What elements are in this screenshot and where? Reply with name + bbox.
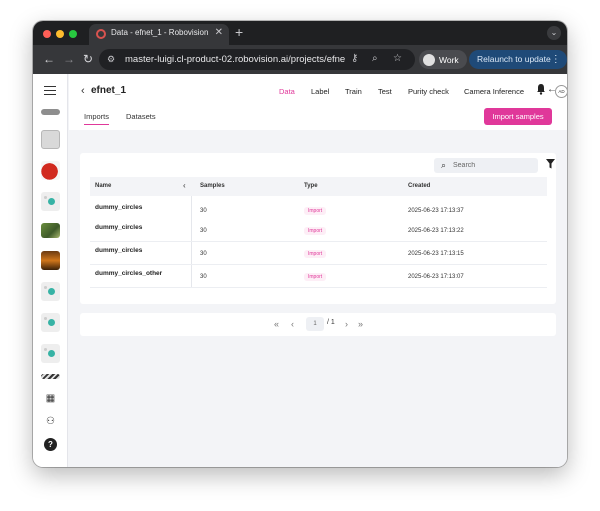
project-thumbnail[interactable] (41, 344, 60, 363)
favicon-icon (96, 29, 106, 39)
nav-tab-label[interactable]: Label (311, 87, 329, 96)
bell-icon[interactable] (536, 83, 546, 95)
next-page-icon[interactable]: › (345, 319, 348, 329)
forward-icon[interactable]: → (63, 52, 75, 66)
chevron-left-icon[interactable]: ‹ (81, 85, 85, 97)
filter-icon[interactable] (546, 159, 555, 169)
row-created: 2025-06-23 17:13:37 (408, 208, 464, 214)
row-created: 2025-06-23 17:13:22 (408, 228, 464, 234)
row-name: dummy_circles_other (95, 270, 163, 277)
tab-title: Data - efnet_1 - Robovision # (111, 28, 209, 37)
column-header-name[interactable]: Name (95, 183, 111, 189)
close-window-button[interactable] (43, 30, 51, 38)
project-thumbnail[interactable] (41, 109, 60, 115)
main-content: ‹ efnet_1 Data Label Train Test Purity c… (69, 74, 567, 467)
table-row[interactable]: dummy_circles 30 Import 2025-06-23 17:13… (90, 219, 547, 242)
nav-tab-train[interactable]: Train (345, 87, 362, 96)
previous-page-icon[interactable]: ‹ (291, 319, 294, 329)
row-created: 2025-06-23 17:13:07 (408, 274, 464, 280)
new-tab-button[interactable]: + (235, 25, 243, 39)
arrow-left-icon[interactable]: ← (547, 84, 557, 95)
reload-icon[interactable]: ↻ (83, 52, 93, 66)
search-box[interactable]: ⌕ (434, 158, 538, 173)
type-badge: Import (304, 273, 327, 281)
row-samples: 30 (200, 208, 207, 214)
project-thumbnail[interactable] (41, 251, 60, 270)
help-icon[interactable]: ? (44, 438, 57, 451)
tab-search-button[interactable]: ⌄ (547, 26, 561, 40)
back-icon[interactable]: ← (43, 52, 55, 66)
project-thumbnail[interactable] (41, 282, 60, 301)
first-page-icon[interactable]: « (274, 319, 279, 329)
nav-tab-test[interactable]: Test (378, 87, 392, 96)
address-bar[interactable]: ⚙ master-luigi.cl-product-02.robovision.… (99, 49, 415, 70)
row-samples: 30 (200, 251, 207, 257)
column-header-samples[interactable]: Samples (200, 183, 225, 189)
imports-table-card: ⌕ Name ‹ Samples Type Created dummy_circ… (80, 153, 556, 304)
browser-tab[interactable]: Data - efnet_1 - Robovision # ✕ (89, 24, 229, 45)
profile-label: Work (439, 54, 459, 65)
project-thumbnail[interactable] (41, 161, 60, 180)
row-samples: 30 (200, 228, 207, 234)
project-title[interactable]: efnet_1 (91, 85, 126, 96)
table-header: Name ‹ Samples Type Created (90, 177, 547, 196)
zoom-icon[interactable]: ⌕ (372, 53, 378, 64)
user-settings-icon[interactable]: ⚇ (44, 415, 57, 428)
type-badge: Import (304, 207, 327, 215)
column-header-created[interactable]: Created (408, 183, 430, 189)
project-header: ‹ efnet_1 Data Label Train Test Purity c… (69, 74, 567, 108)
site-settings-icon[interactable]: ⚙ (107, 54, 115, 65)
row-created: 2025-06-23 17:13:15 (408, 251, 464, 257)
profile-button[interactable]: Work (419, 50, 467, 69)
project-thumbnail[interactable] (41, 192, 60, 211)
project-thumbnail[interactable] (41, 313, 60, 332)
browser-window: Data - efnet_1 - Robovision # ✕ + ⌄ ← → … (33, 21, 567, 467)
table-row[interactable]: dummy_circles 30 Import 2025-06-23 17:13… (90, 242, 547, 265)
nav-tab-data[interactable]: Data (279, 87, 295, 96)
bookmark-star-icon[interactable]: ☆ (393, 53, 402, 64)
more-menu-icon[interactable]: ⋮ (551, 50, 561, 69)
subtab-datasets[interactable]: Datasets (126, 112, 156, 124)
type-badge: Import (304, 250, 327, 258)
import-samples-button[interactable]: Import samples (484, 108, 552, 125)
url-text[interactable]: master-luigi.cl-product-02.robovision.ai… (125, 54, 345, 65)
search-input[interactable] (453, 160, 535, 171)
browser-toolbar: ← → ↻ ⚙ master-luigi.cl-product-02.robov… (33, 45, 567, 74)
tab-close-icon[interactable]: ✕ (215, 27, 223, 39)
type-badge: Import (304, 227, 327, 235)
minimize-window-button[interactable] (56, 30, 64, 38)
project-thumbnail[interactable] (41, 374, 60, 379)
search-icon: ⌕ (441, 160, 447, 170)
total-pages: / 1 (327, 319, 335, 326)
table-row[interactable]: dummy_circles 30 Import 2025-06-23 17:13… (90, 196, 547, 219)
current-page-input[interactable]: 1 (306, 317, 324, 331)
password-key-icon[interactable]: ⚷ (351, 53, 358, 64)
row-name: dummy_circles (95, 224, 143, 231)
subtab-bar: Imports Datasets Import samples (69, 108, 567, 130)
project-thumbnail[interactable] (41, 223, 60, 238)
table-row[interactable]: dummy_circles_other 30 Import 2025-06-23… (90, 265, 547, 288)
relaunch-button[interactable]: Relaunch to update ⋮ (469, 50, 567, 69)
analytics-icon[interactable]: ▦ (44, 392, 57, 405)
pagination: « ‹ 1 / 1 › » (80, 313, 556, 336)
nav-tab-purity-check[interactable]: Purity check (408, 87, 449, 96)
maximize-window-button[interactable] (69, 30, 77, 38)
menu-icon[interactable] (44, 86, 56, 95)
collapse-column-icon[interactable]: ‹ (183, 181, 186, 190)
tab-strip: Data - efnet_1 - Robovision # ✕ + ⌄ (33, 21, 567, 45)
left-sidebar: ▦ ⚇ ? (33, 74, 68, 467)
relaunch-label: Relaunch to update (477, 54, 551, 64)
last-page-icon[interactable]: » (358, 319, 363, 329)
project-thumbnail[interactable] (41, 130, 60, 149)
profile-avatar-icon (423, 53, 435, 66)
nav-tab-camera-inference[interactable]: Camera Inference (464, 87, 524, 96)
column-header-type[interactable]: Type (304, 183, 318, 189)
row-name: dummy_circles (95, 247, 143, 254)
subtab-imports[interactable]: Imports (84, 112, 110, 125)
row-samples: 30 (200, 274, 207, 280)
row-name: dummy_circles (95, 204, 143, 211)
